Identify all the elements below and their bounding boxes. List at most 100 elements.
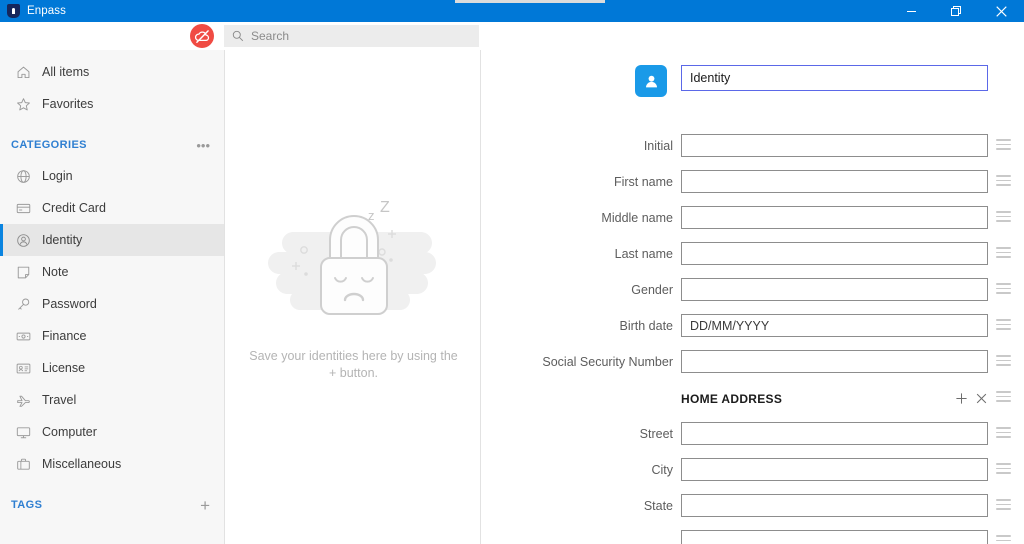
drag-handle-icon[interactable]: [996, 355, 1011, 367]
sidebar-item-label: Identity: [42, 233, 82, 247]
briefcase-icon: [14, 455, 32, 473]
drag-handle-icon[interactable]: [996, 175, 1011, 187]
tags-section-header: TAGS +: [0, 490, 224, 520]
plus-icon[interactable]: +: [200, 497, 210, 514]
drag-handle-icon[interactable]: [996, 319, 1011, 331]
initial-input[interactable]: [681, 134, 988, 157]
field-label: Birth date: [482, 319, 673, 333]
field-row-street: Street: [482, 420, 1024, 456]
item-title-value: Identity: [690, 71, 730, 85]
sidebar-item-label: Favorites: [42, 97, 93, 111]
titlebar-accent-line: [455, 0, 605, 3]
tags-label: TAGS: [11, 499, 42, 511]
banknote-icon: [14, 327, 32, 345]
sidebar-item-miscellaneous[interactable]: Miscellaneous: [0, 448, 224, 480]
sidebar-item-all-items[interactable]: All items: [0, 56, 224, 88]
sidebar-item-finance[interactable]: Finance: [0, 320, 224, 352]
credit-card-icon: [14, 199, 32, 217]
sidebar-item-identity[interactable]: Identity: [0, 224, 224, 256]
sidebar-item-credit-card[interactable]: Credit Card: [0, 192, 224, 224]
sidebar: All items Favorites CATEGORIES •••: [0, 50, 225, 544]
field-label: City: [482, 463, 673, 477]
window-controls: [889, 0, 1024, 22]
sidebar-item-computer[interactable]: Computer: [0, 416, 224, 448]
partial-input[interactable]: [681, 530, 988, 544]
social-security-number-input[interactable]: [681, 350, 988, 373]
globe-icon: [14, 167, 32, 185]
drag-handle-icon[interactable]: [996, 391, 1011, 405]
identity-icon: [14, 231, 32, 249]
field-label: Street: [482, 427, 673, 441]
sidebar-item-login[interactable]: Login: [0, 160, 224, 192]
field-row-social-security-number: Social Security Number: [482, 348, 1024, 384]
sidebar-item-label: Password: [42, 297, 97, 311]
sidebar-item-label: Travel: [42, 393, 76, 407]
maximize-button[interactable]: [934, 0, 979, 22]
section-title: HOME ADDRESS: [681, 392, 782, 406]
id-card-icon: [14, 359, 32, 377]
detail-pane: Identity Initial First name Middle name …: [482, 50, 1024, 544]
categories-section-header: CATEGORIES •••: [0, 130, 224, 160]
field-row-middle-name: Middle name: [482, 204, 1024, 240]
sidebar-item-password[interactable]: Password: [0, 288, 224, 320]
sidebar-item-label: Login: [42, 169, 73, 183]
enpass-shield-icon: [7, 4, 20, 18]
drag-handle-icon[interactable]: [996, 463, 1011, 475]
minimize-button[interactable]: [889, 0, 934, 22]
airplane-icon: [14, 391, 32, 409]
city-input[interactable]: [681, 458, 988, 481]
sidebar-item-label: Note: [42, 265, 68, 279]
close-button[interactable]: [979, 0, 1024, 22]
sidebar-item-travel[interactable]: Travel: [0, 384, 224, 416]
svg-text:Z: Z: [380, 199, 390, 216]
last-name-input[interactable]: [681, 242, 988, 265]
search-placeholder: Search: [251, 29, 289, 43]
drag-handle-icon[interactable]: [996, 283, 1011, 295]
enpass-window: Enpass: [0, 0, 1024, 544]
birth-date-input[interactable]: DD/MM/YYYY: [681, 314, 988, 337]
app-title: Enpass: [27, 5, 66, 17]
field-row-first-name: First name: [482, 168, 1024, 204]
item-title-row: Identity: [482, 65, 1024, 99]
note-icon: [14, 263, 32, 281]
state-input[interactable]: [681, 494, 988, 517]
field-label: Social Security Number: [482, 355, 673, 369]
field-row-city: City: [482, 456, 1024, 492]
drag-handle-icon[interactable]: [996, 427, 1011, 439]
field-row-initial: Initial: [482, 132, 1024, 168]
empty-state: z z Z Save your identities here by using…: [226, 190, 481, 382]
field-label: Last name: [482, 247, 673, 261]
drag-handle-icon[interactable]: [996, 247, 1011, 259]
sidebar-item-label: License: [42, 361, 85, 375]
sidebar-item-label: Computer: [42, 425, 97, 439]
sleeping-padlock-icon: z z Z: [254, 190, 454, 320]
home-icon: [14, 63, 32, 81]
sidebar-item-license[interactable]: License: [0, 352, 224, 384]
first-name-input[interactable]: [681, 170, 988, 193]
plus-icon[interactable]: [952, 389, 970, 407]
sidebar-item-label: Miscellaneous: [42, 457, 121, 471]
ellipsis-icon[interactable]: •••: [196, 139, 210, 152]
drag-handle-icon[interactable]: [996, 139, 1011, 151]
field-label: Middle name: [482, 211, 673, 225]
item-title-field[interactable]: Identity: [681, 65, 988, 91]
identity-person-icon[interactable]: [635, 65, 667, 97]
street-input[interactable]: [681, 422, 988, 445]
sidebar-item-favorites[interactable]: Favorites: [0, 88, 224, 120]
cloud-off-icon[interactable]: [190, 24, 214, 48]
sidebar-item-note[interactable]: Note: [0, 256, 224, 288]
middle-name-input[interactable]: [681, 206, 988, 229]
search-input[interactable]: Search: [224, 25, 479, 47]
drag-handle-icon[interactable]: [996, 535, 1011, 544]
key-icon: [14, 295, 32, 313]
drag-handle-icon[interactable]: [996, 499, 1011, 511]
field-label: First name: [482, 175, 673, 189]
drag-handle-icon[interactable]: [996, 211, 1011, 223]
field-row-birth-date: Birth date DD/MM/YYYY: [482, 312, 1024, 348]
close-icon[interactable]: [972, 389, 990, 407]
section-header-home-address: HOME ADDRESS: [482, 384, 1024, 420]
field-row-last-name: Last name: [482, 240, 1024, 276]
field-row-partial: [482, 528, 1024, 544]
items-list-pane: z z Z Save your identities here by using…: [226, 50, 481, 544]
gender-input[interactable]: [681, 278, 988, 301]
